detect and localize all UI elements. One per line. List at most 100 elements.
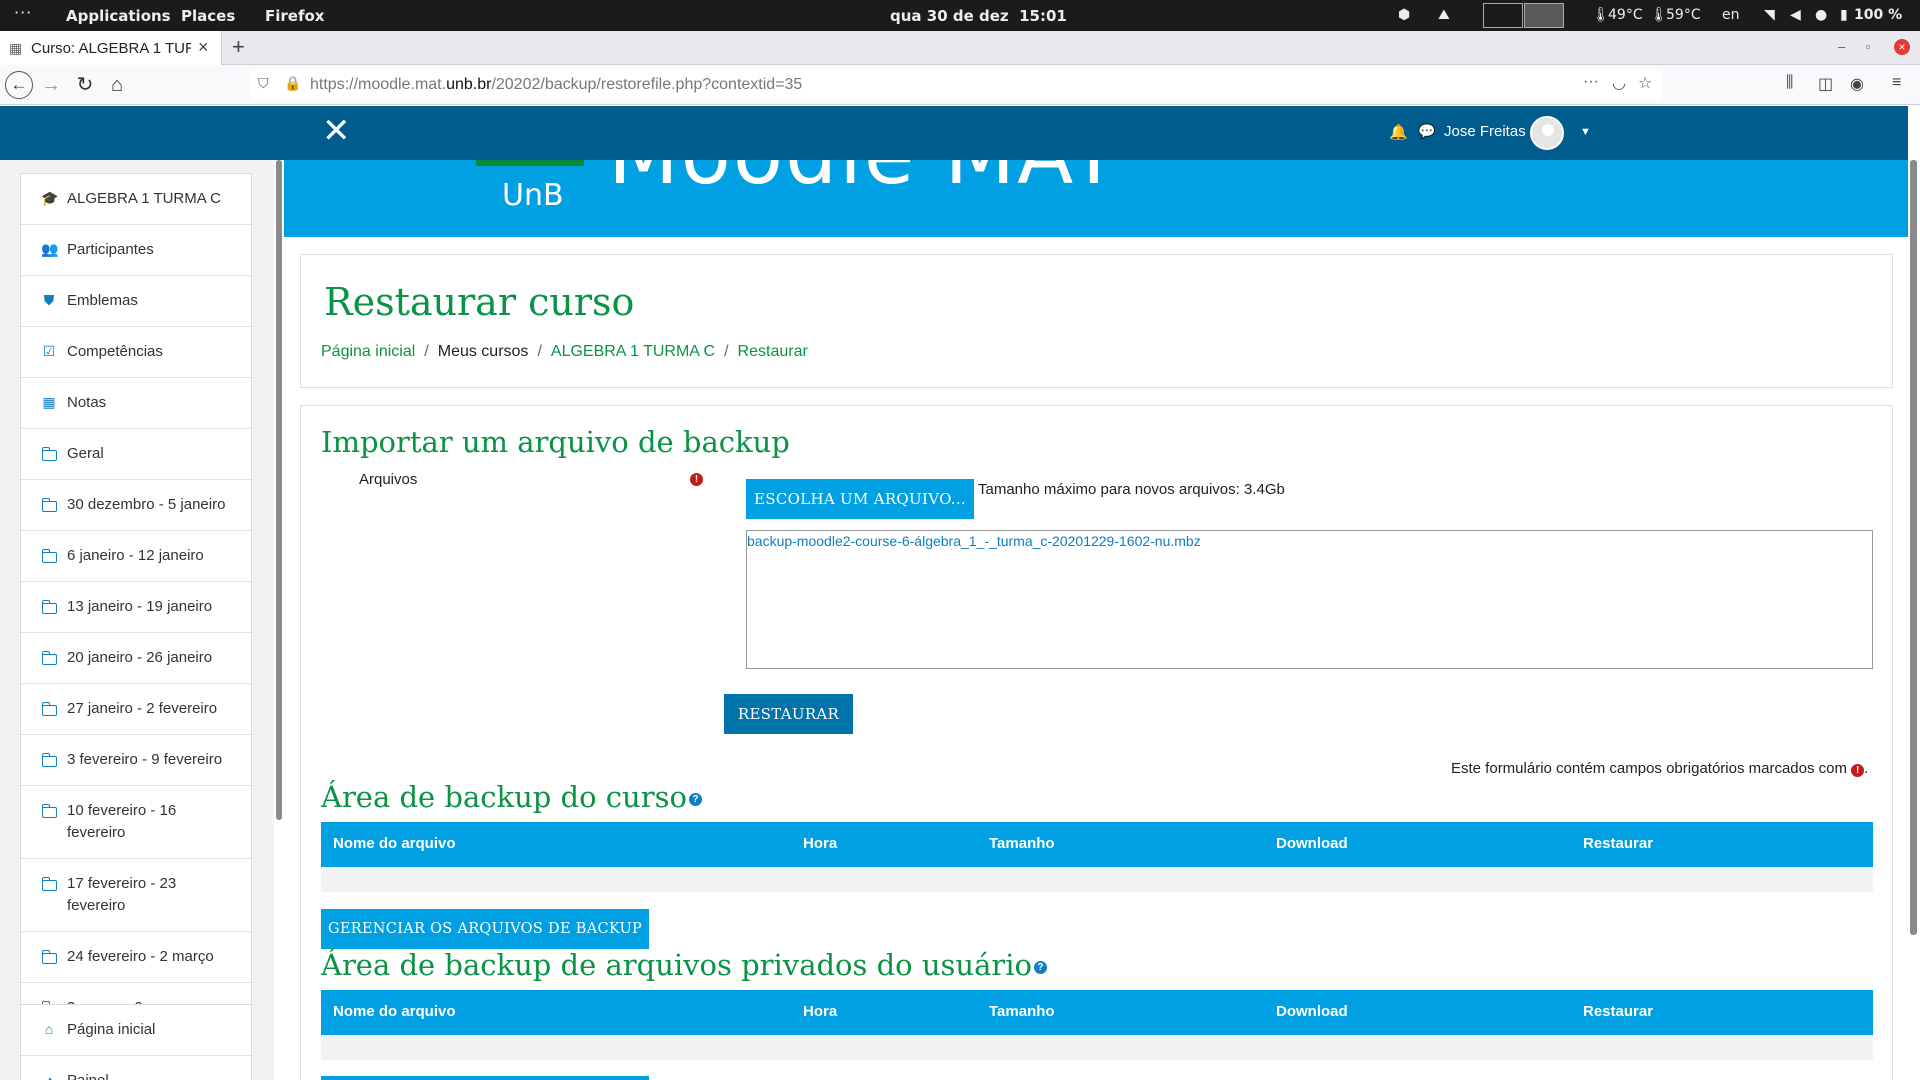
url-bar[interactable]: ⛉ 🔒 https://moodle.mat.unb.br/20202/back…	[250, 70, 1663, 100]
drawer-item[interactable]: ⛊ Emblemas	[21, 275, 251, 326]
firefox-menu[interactable]: Firefox	[265, 7, 324, 25]
drawer-item[interactable]: 20 janeiro - 26 janeiro	[21, 632, 251, 683]
choose-file-button[interactable]: ESCOLHA UM ARQUIVO...	[746, 479, 974, 519]
manage-private-backup-button[interactable]	[321, 1076, 649, 1080]
unb-logo[interactable]: UnB	[502, 178, 564, 213]
back-icon[interactable]: ←	[5, 71, 33, 99]
drawer-item[interactable]: Geral	[21, 428, 251, 479]
drawer-item[interactable]: ◔Painel	[21, 1055, 251, 1080]
breadcrumb-my-courses: Meus cursos	[437, 343, 529, 360]
pocket-icon[interactable]: ◡	[1612, 73, 1626, 93]
drawer-item[interactable]: ▦ Notas	[21, 377, 251, 428]
folder-icon	[41, 751, 57, 767]
user-backup-title: Área de backup de arquivos privados do u…	[321, 948, 1032, 982]
activities-dots-icon[interactable]: ···	[14, 3, 32, 22]
drawer-item[interactable]: 17 fevereiro - 23 fevereiro	[21, 858, 251, 931]
course-nav-group: 🎓 ALGEBRA 1 TURMA C 👥 Participantes ⛊ Emblema…	[20, 173, 252, 1034]
required-note-text: Este formulário contém campos obrigatóri…	[1451, 760, 1847, 777]
wifi-icon[interactable]: ◥	[1764, 7, 1775, 23]
drawer-item[interactable]: 👥 Participantes	[21, 224, 251, 275]
col-time: Hora	[803, 1003, 838, 1020]
drawer-scrollbar[interactable]	[276, 160, 282, 820]
drawer-item[interactable]: ⌂ Página inicial	[21, 1005, 251, 1055]
cpu-temp: 49°C	[1608, 7, 1643, 23]
applications-menu[interactable]: Applications	[66, 7, 171, 25]
drawer-item[interactable]: 3 fevereiro - 9 fevereiro	[21, 734, 251, 785]
help-icon[interactable]: ?	[1033, 960, 1047, 974]
breadcrumb-home[interactable]: Página inicial	[321, 343, 415, 360]
drawer-item[interactable]: 24 fevereiro - 2 março	[21, 931, 251, 982]
moodle-navbar: ✕ 🔔 💬 Jose Freitas ▼	[0, 106, 1908, 160]
restore-window-icon[interactable]: ▫	[1866, 39, 1871, 54]
dropbox-icon[interactable]: ⬢	[1398, 7, 1410, 23]
drawer-item[interactable]: 30 dezembro - 5 janeiro	[21, 479, 251, 530]
drawer-item[interactable]: 13 janeiro - 19 janeiro	[21, 581, 251, 632]
keyboard-language[interactable]: en	[1722, 7, 1740, 23]
required-fields-note: Este formulário contém campos obrigatóri…	[1451, 760, 1868, 777]
shield-icon: ⛊	[43, 292, 55, 308]
logo-bar	[476, 160, 584, 166]
close-drawer-icon[interactable]: ✕	[322, 114, 351, 148]
drawer-item[interactable]: ☑ Competências	[21, 326, 251, 377]
sidebar-icon[interactable]: ◫	[1818, 74, 1833, 94]
home-icon[interactable]: ⌂	[103, 71, 131, 99]
url-prefix: https://moodle.mat.	[310, 76, 447, 93]
hamburger-menu-icon[interactable]: ≡	[1892, 74, 1901, 92]
col-filename: Nome do arquivo	[333, 1003, 456, 1020]
new-tab-icon[interactable]: +	[232, 34, 245, 60]
breadcrumb-course[interactable]: ALGEBRA 1 TURMA C	[551, 343, 715, 360]
chat-bubble-icon[interactable]: 💬	[1418, 123, 1435, 140]
account-icon[interactable]: ◉	[1850, 74, 1864, 94]
workspace-1[interactable]	[1483, 3, 1523, 28]
weather-icon[interactable]: ⛰	[1438, 7, 1450, 23]
drawer-item[interactable]: 10 fevereiro - 16 fevereiro	[21, 785, 251, 858]
manage-backup-files-button[interactable]: GERENCIAR OS ARQUIVOS DE BACKUP	[321, 909, 649, 949]
course-backup-heading: Área de backup do curso?	[321, 780, 702, 814]
bell-icon[interactable]: 🔔	[1389, 123, 1408, 141]
avatar[interactable]	[1530, 116, 1564, 150]
browser-tab-active[interactable]: ▦ Curso: ALGEBRA 1 TURMA C ×	[0, 31, 222, 65]
col-filename: Nome do arquivo	[333, 835, 456, 852]
col-download: Download	[1276, 1003, 1348, 1020]
required-icon: !	[690, 473, 703, 486]
site-name[interactable]: Moodle MAT	[608, 160, 1121, 203]
col-download: Download	[1276, 835, 1348, 852]
home-icon: ⌂	[44, 1021, 54, 1037]
user-name[interactable]: Jose Freitas	[1444, 123, 1526, 140]
folder-icon	[41, 948, 57, 964]
check-square-icon: ☑	[42, 343, 56, 359]
folder-icon	[41, 649, 57, 665]
user-backup-heading: Área de backup de arquivos privados do u…	[321, 948, 1047, 982]
lock-icon[interactable]: 🔒	[284, 75, 301, 92]
clock[interactable]: qua 30 de dez 15:01	[890, 7, 1067, 25]
breadcrumb-restore[interactable]: Restaurar	[738, 343, 808, 360]
restore-button[interactable]: RESTAURAR	[724, 694, 853, 734]
forward-icon[interactable]: →	[37, 71, 65, 99]
close-window-icon[interactable]: ×	[1894, 39, 1910, 55]
drawer-item[interactable]: 6 janeiro - 12 janeiro	[21, 530, 251, 581]
chevron-down-icon[interactable]: ▼	[1580, 126, 1591, 138]
selected-file-link[interactable]: backup-moodle2-course-6-álgebra_1_-_turm…	[747, 533, 1201, 549]
tracking-shield-icon[interactable]: ⛉	[258, 75, 269, 92]
workspace-2[interactable]	[1524, 3, 1564, 28]
minimize-window-icon[interactable]: –	[1838, 39, 1845, 54]
bookmark-star-icon[interactable]: ☆	[1638, 73, 1652, 93]
site-nav-group: ⌂Página inicial◔Painel	[20, 1004, 252, 1080]
dashboard-icon: ◔	[44, 1072, 54, 1080]
course-backup-table-header: Nome do arquivo Hora Tamanho Download Re…	[321, 822, 1873, 867]
drawer-item[interactable]: 27 janeiro - 2 fevereiro	[21, 683, 251, 734]
close-tab-icon[interactable]: ×	[198, 37, 209, 58]
reload-icon[interactable]: ↻	[71, 71, 99, 99]
page-scrollbar[interactable]	[1910, 160, 1917, 935]
places-menu[interactable]: Places	[181, 7, 235, 25]
volume-icon[interactable]: ◀	[1790, 7, 1801, 23]
drawer-item[interactable]: 🎓 ALGEBRA 1 TURMA C	[21, 174, 251, 224]
microphone-icon[interactable]: ●	[1815, 7, 1827, 23]
url-text[interactable]: https://moodle.mat.unb.br/20202/backup/r…	[310, 76, 802, 94]
library-icon[interactable]: ⫼	[1786, 74, 1793, 92]
battery-icon[interactable]: ▮	[1840, 7, 1848, 23]
breadcrumb: Página inicial / Meus cursos / ALGEBRA 1 TUR…	[321, 343, 808, 360]
help-icon[interactable]: ?	[688, 792, 702, 806]
page-actions-icon[interactable]: ···	[1583, 73, 1599, 91]
file-drop-area[interactable]: backup-moodle2-course-6-álgebra_1_-_turm…	[746, 530, 1873, 669]
